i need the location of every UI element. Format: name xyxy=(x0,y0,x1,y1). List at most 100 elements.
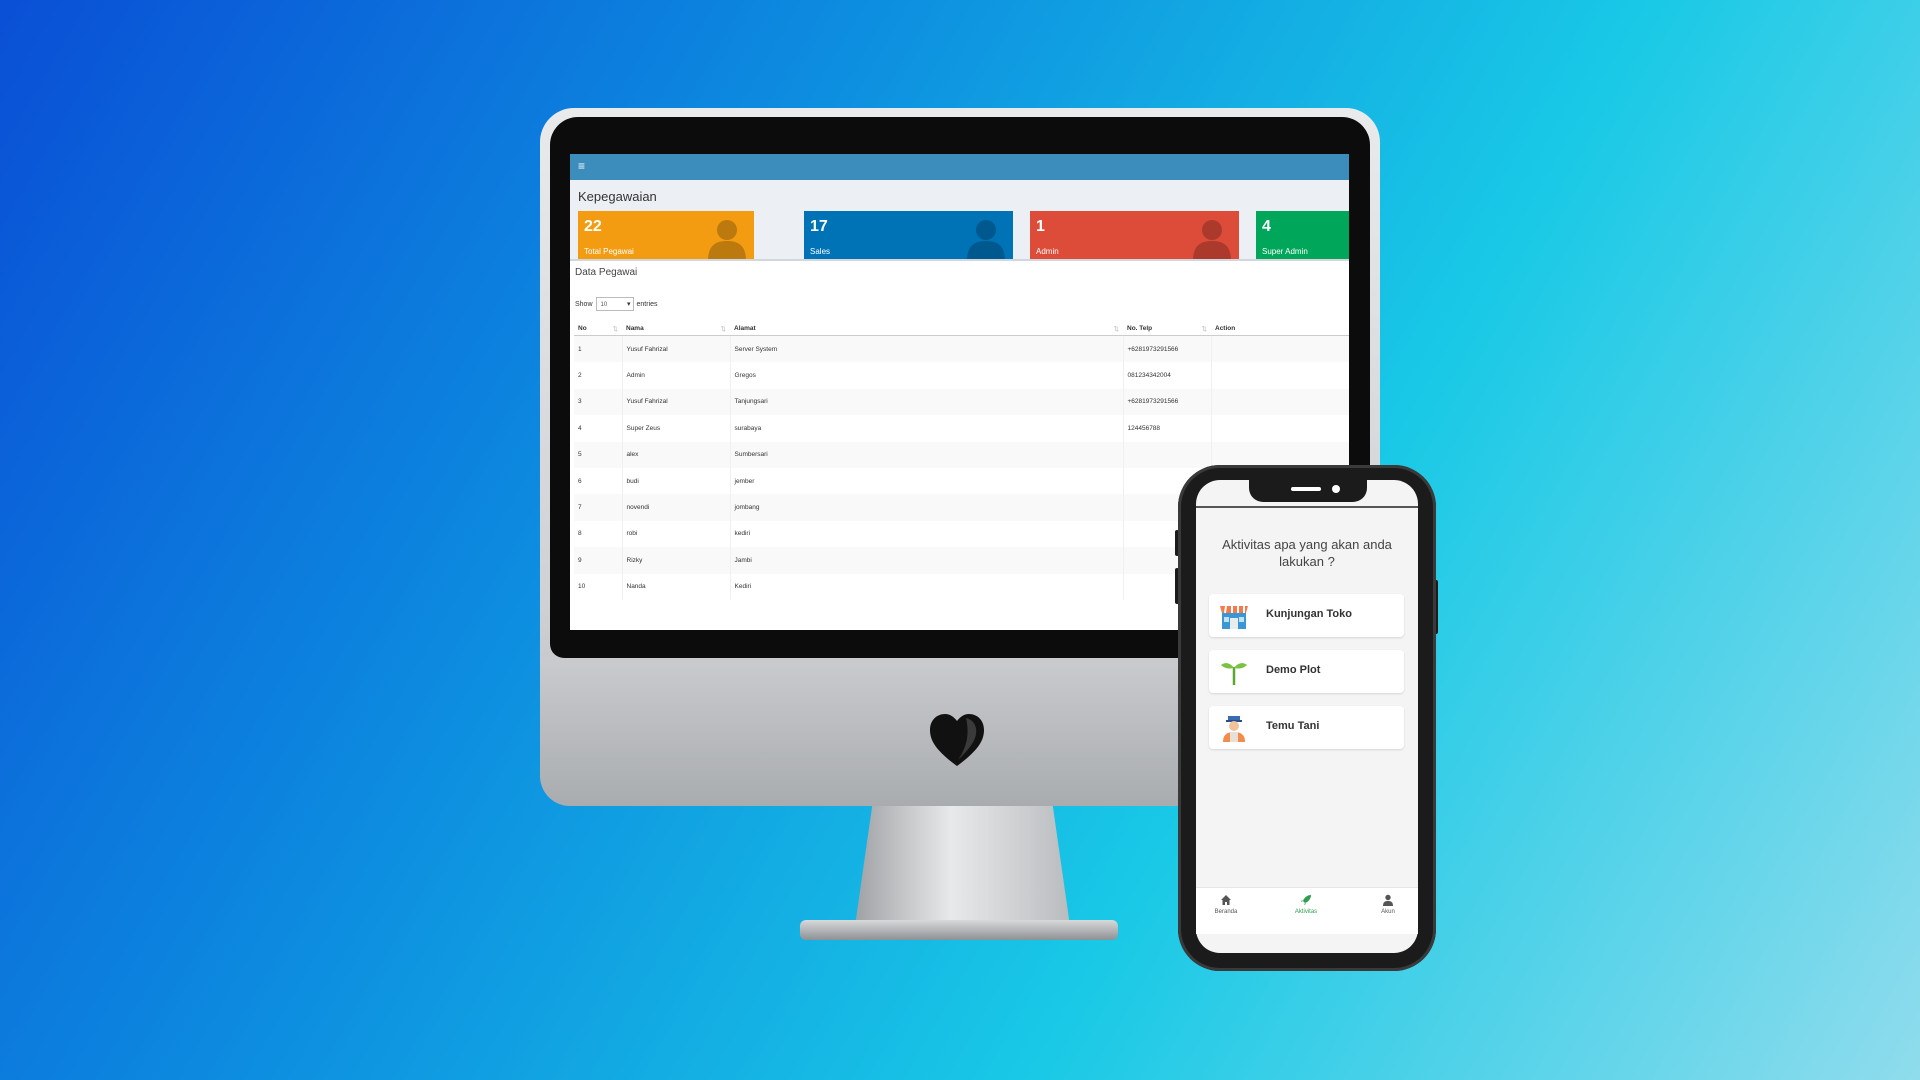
table-row: 2 Admin Gregos 081234342004 xyxy=(574,362,1349,389)
cell-no: 3 xyxy=(574,388,623,416)
cell-alamat: Kediri xyxy=(730,573,1124,600)
option-label: Temu Tani xyxy=(1266,720,1320,732)
column-header-nama[interactable]: Nama ⇅ xyxy=(622,321,730,336)
cell-no: 5 xyxy=(574,441,623,468)
imac-stand-base xyxy=(800,920,1118,940)
table-row: 4 Super Zeus surabaya 124456788 xyxy=(574,415,1349,442)
cell-alamat: Jambi xyxy=(730,547,1124,574)
user-icon xyxy=(1383,894,1393,906)
show-label: Show xyxy=(575,300,593,308)
cell-alamat: jember xyxy=(730,467,1124,495)
cell-nama: alex xyxy=(622,441,731,468)
column-header-alamat[interactable]: Alamat ⇅ xyxy=(730,321,1123,336)
top-navbar: ≡ xyxy=(570,154,1349,180)
cell-nama: robi xyxy=(622,520,731,548)
cell-alamat: surabaya xyxy=(730,415,1124,442)
page-title: Kepegawaian xyxy=(578,189,657,204)
option-label: Kunjungan Toko xyxy=(1266,608,1352,620)
cell-no: 10 xyxy=(574,573,623,600)
sort-icon: ⇅ xyxy=(1113,325,1119,333)
panel-title: Data Pegawai xyxy=(575,267,638,278)
table-row: 1 Yusuf Fahrizal Server System +62819732915… xyxy=(574,335,1349,363)
nav-beranda[interactable]: Beranda xyxy=(1196,894,1256,915)
cell-action xyxy=(1211,388,1349,416)
cell-no: 2 xyxy=(574,362,623,389)
app-header-divider xyxy=(1196,506,1418,508)
cell-no: 8 xyxy=(574,520,623,548)
sort-icon: ⇅ xyxy=(612,325,618,333)
cell-telp: 081234342004 xyxy=(1123,362,1212,389)
cell-nama: novendi xyxy=(622,494,731,521)
cell-nama: Nanda xyxy=(622,573,731,600)
nav-akun[interactable]: Akun xyxy=(1358,894,1418,915)
table-header-row: No ⇅ Nama ⇅ Alamat ⇅ No. Telp ⇅ Action xyxy=(574,321,1349,336)
camera-icon xyxy=(1332,485,1340,493)
option-kunjungan-toko[interactable]: Kunjungan Toko xyxy=(1209,594,1404,637)
sort-icon: ⇅ xyxy=(1201,325,1207,333)
table-row: 5 alex Sumbersari xyxy=(574,441,1349,468)
stat-label: Super Admin xyxy=(1262,247,1308,256)
stat-label: Total Pegawai xyxy=(584,247,634,256)
cell-telp: +6281973291566 xyxy=(1123,388,1212,416)
farmer-icon xyxy=(1223,716,1245,742)
cell-alamat: Tanjungsari xyxy=(730,388,1124,416)
entries-label: entries xyxy=(636,300,658,308)
cell-alamat: Sumbersari xyxy=(730,441,1124,468)
user-icon xyxy=(1193,220,1231,261)
cell-no: 9 xyxy=(574,547,623,574)
stat-label: Sales xyxy=(810,247,831,256)
nav-label: Akun xyxy=(1381,909,1395,915)
page-size-select[interactable]: 10 xyxy=(595,297,634,312)
cell-nama: Rizky xyxy=(622,547,731,574)
sprout-icon xyxy=(1221,663,1247,685)
column-header-no[interactable]: No ⇅ xyxy=(574,321,622,336)
stat-label: Admin xyxy=(1036,247,1059,256)
nav-label: Aktivitas xyxy=(1294,909,1318,915)
cell-no: 4 xyxy=(574,415,623,442)
cell-telp: +6281973291566 xyxy=(1123,335,1212,363)
cell-action xyxy=(1211,362,1349,389)
store-icon xyxy=(1220,605,1248,629)
cell-no: 1 xyxy=(574,335,623,363)
heart-logo-icon xyxy=(930,714,984,766)
cell-alamat: Server System xyxy=(730,335,1124,363)
option-label: Demo Plot xyxy=(1266,664,1321,676)
stat-value: 22 xyxy=(584,218,602,235)
cell-action xyxy=(1211,441,1349,468)
user-icon xyxy=(708,220,746,261)
stat-value: 1 xyxy=(1036,218,1045,235)
stat-value: 17 xyxy=(810,218,828,235)
activity-question: Aktivitas apa yang akan anda lakukan ? xyxy=(1222,537,1392,569)
hamburger-icon[interactable]: ≡ xyxy=(578,159,585,173)
cell-telp xyxy=(1123,441,1212,468)
column-header-telp[interactable]: No. Telp ⇅ xyxy=(1123,321,1211,336)
option-temu-tani[interactable]: Temu Tani xyxy=(1209,706,1404,749)
home-icon xyxy=(1221,895,1231,905)
page-length-control: Show 10 entries xyxy=(575,297,658,312)
cell-no: 7 xyxy=(574,494,623,521)
cell-telp: 124456788 xyxy=(1123,415,1212,442)
rocket-icon xyxy=(1301,895,1311,905)
column-header-action: Action xyxy=(1211,321,1349,336)
nav-aktivitas[interactable]: Aktivitas xyxy=(1276,894,1336,915)
stat-value: 4 xyxy=(1262,218,1271,235)
option-demo-plot[interactable]: Demo Plot xyxy=(1209,650,1404,693)
cell-alamat: jombang xyxy=(730,494,1124,521)
speaker-icon xyxy=(1291,487,1321,491)
table-row: 3 Yusuf Fahrizal Tanjungsari +6281973291566 xyxy=(574,388,1349,416)
cell-no: 6 xyxy=(574,467,623,495)
cell-nama: Admin xyxy=(622,362,731,389)
user-icon xyxy=(967,220,1005,261)
cell-action xyxy=(1211,335,1349,363)
imac-stand xyxy=(855,806,1070,926)
cell-nama: Yusuf Fahrizal xyxy=(622,335,731,363)
cell-action xyxy=(1211,415,1349,442)
cell-nama: Yusuf Fahrizal xyxy=(622,388,731,416)
bottom-navigation: Beranda Aktivitas Akun xyxy=(1196,887,1418,934)
nav-label: Beranda xyxy=(1214,909,1238,915)
cell-nama: Super Zeus xyxy=(622,415,731,442)
phone-notch xyxy=(1249,480,1367,502)
sort-icon: ⇅ xyxy=(720,325,726,333)
cell-alamat: kediri xyxy=(730,520,1124,548)
cell-alamat: Gregos xyxy=(730,362,1124,389)
